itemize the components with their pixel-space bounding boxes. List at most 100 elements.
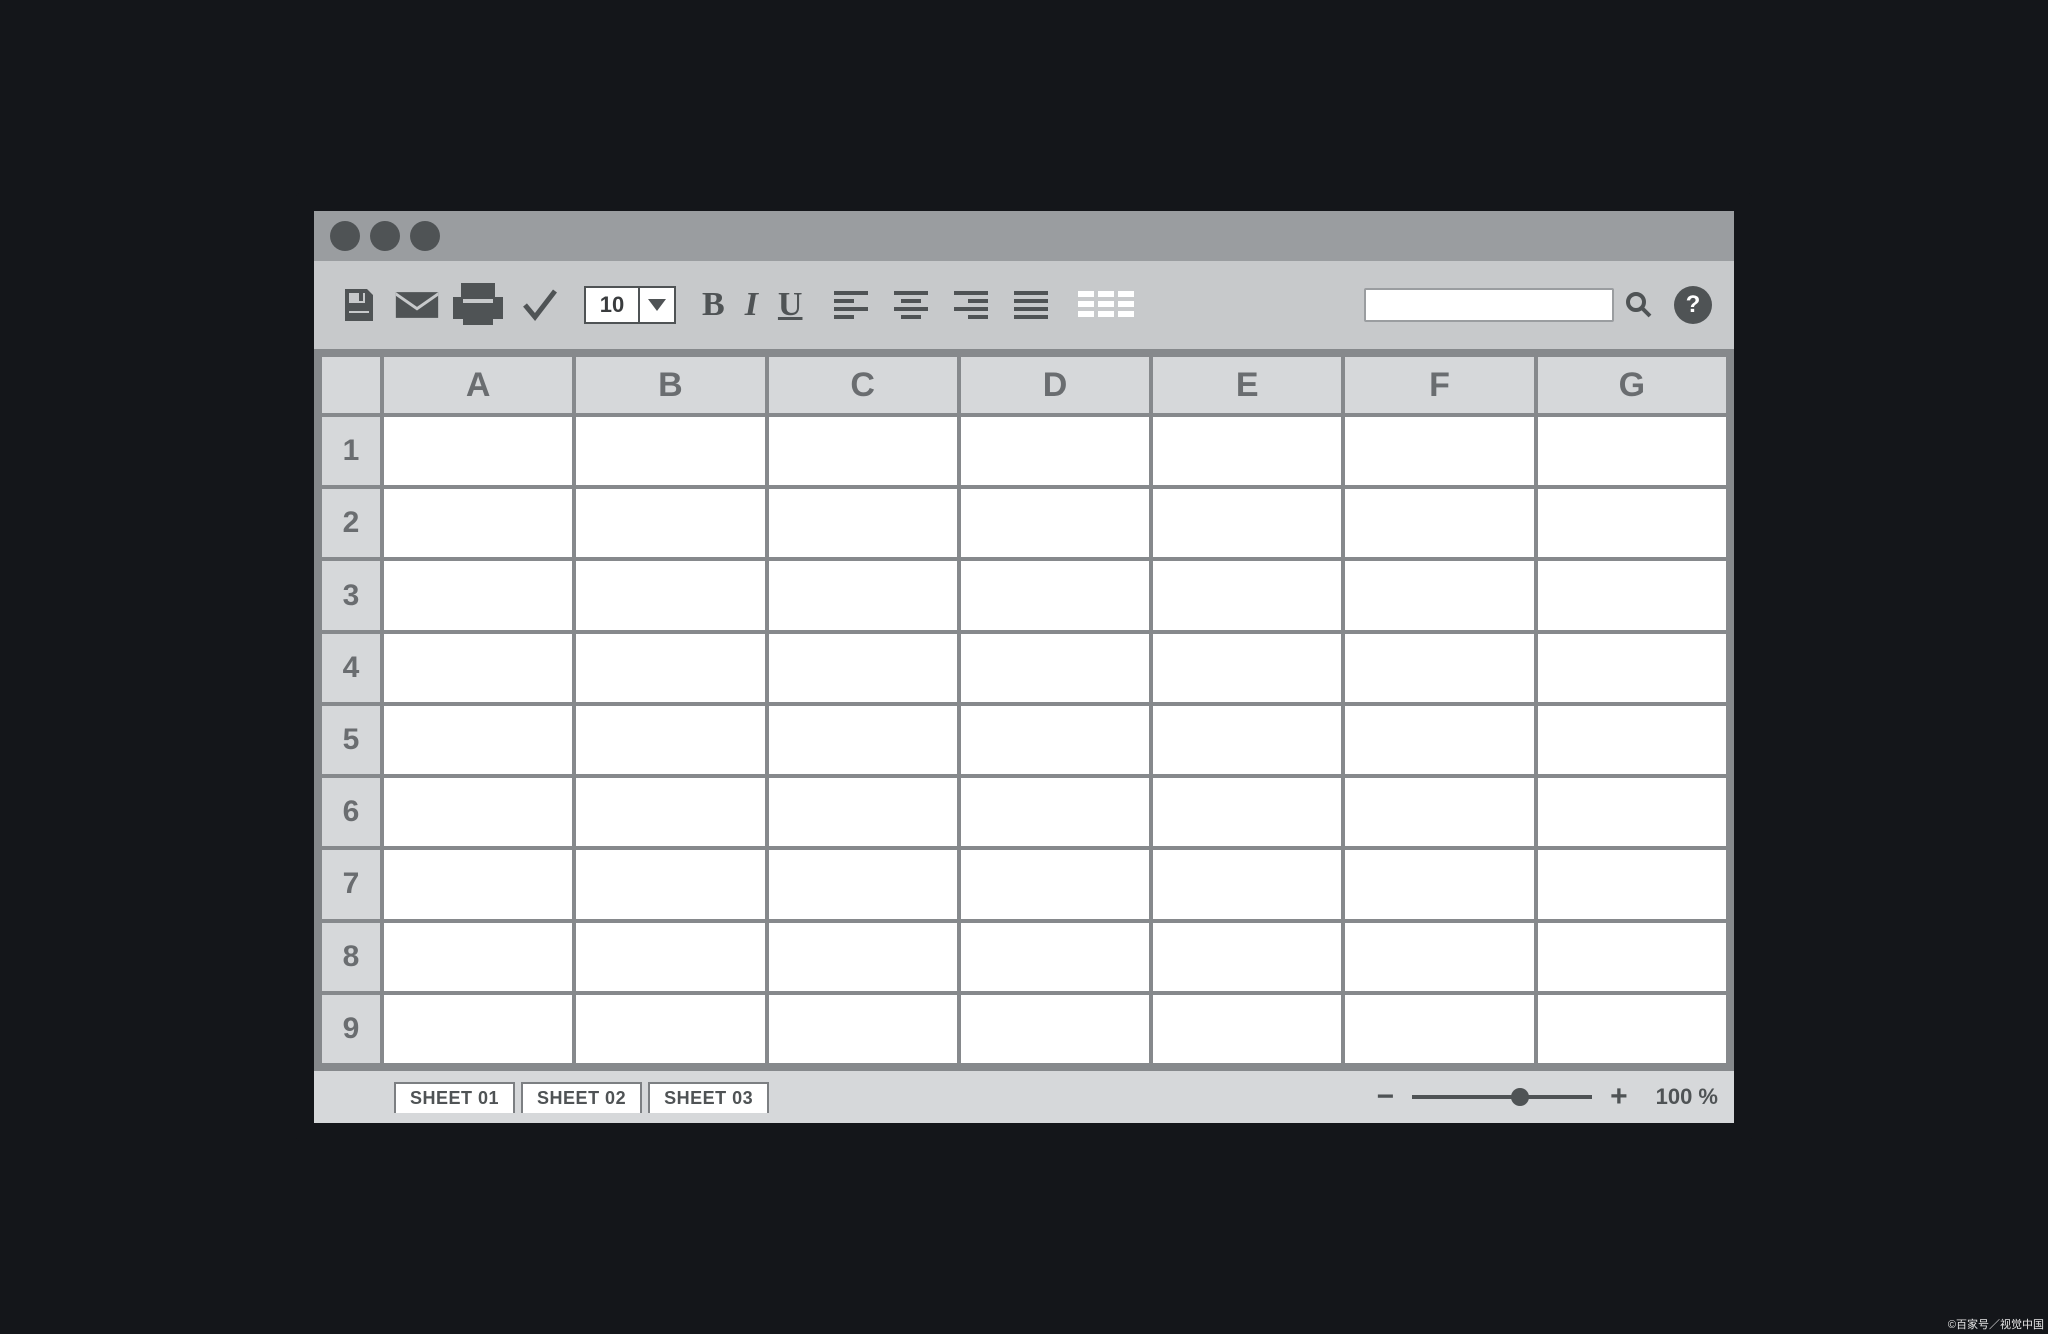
column-header-g[interactable]: G [1538,357,1726,413]
cell-C6[interactable] [769,778,957,846]
window-maximize-button[interactable] [410,221,440,251]
merge-cells-button[interactable] [1076,282,1136,328]
row-header-2[interactable]: 2 [322,489,380,557]
cell-F8[interactable] [1345,923,1533,991]
cell-G3[interactable] [1538,561,1726,629]
cell-A8[interactable] [384,923,572,991]
cell-F4[interactable] [1345,634,1533,702]
sheet-tab-1[interactable]: SHEET 01 [394,1082,515,1113]
cell-D2[interactable] [961,489,1149,557]
cell-F3[interactable] [1345,561,1533,629]
column-header-c[interactable]: C [769,357,957,413]
cell-D5[interactable] [961,706,1149,774]
cell-B6[interactable] [576,778,764,846]
font-size-dropdown[interactable] [640,286,676,324]
cell-F7[interactable] [1345,850,1533,918]
row-header-4[interactable]: 4 [322,634,380,702]
cell-C1[interactable] [769,417,957,485]
cell-G2[interactable] [1538,489,1726,557]
cell-A4[interactable] [384,634,572,702]
cell-E4[interactable] [1153,634,1341,702]
cell-B3[interactable] [576,561,764,629]
row-header-6[interactable]: 6 [322,778,380,846]
cell-B2[interactable] [576,489,764,557]
row-header-7[interactable]: 7 [322,850,380,918]
align-justify-button[interactable] [1008,282,1054,328]
cell-F5[interactable] [1345,706,1533,774]
column-header-a[interactable]: A [384,357,572,413]
cell-A1[interactable] [384,417,572,485]
cell-A2[interactable] [384,489,572,557]
window-minimize-button[interactable] [370,221,400,251]
align-left-button[interactable] [828,282,874,328]
cell-G4[interactable] [1538,634,1726,702]
row-header-8[interactable]: 8 [322,923,380,991]
select-all-corner[interactable] [322,357,380,413]
row-header-1[interactable]: 1 [322,417,380,485]
cell-E2[interactable] [1153,489,1341,557]
mail-button[interactable] [394,282,440,328]
cell-G1[interactable] [1538,417,1726,485]
print-button[interactable] [452,282,504,328]
window-close-button[interactable] [330,221,360,251]
column-header-b[interactable]: B [576,357,764,413]
column-header-d[interactable]: D [961,357,1149,413]
cell-E1[interactable] [1153,417,1341,485]
zoom-slider-knob[interactable] [1511,1088,1529,1106]
cell-E6[interactable] [1153,778,1341,846]
cell-A7[interactable] [384,850,572,918]
search-button[interactable] [1624,290,1654,320]
font-size-input[interactable]: 10 [584,286,640,324]
cell-F6[interactable] [1345,778,1533,846]
cell-B7[interactable] [576,850,764,918]
cell-F9[interactable] [1345,995,1533,1063]
confirm-button[interactable] [516,282,562,328]
cell-A3[interactable] [384,561,572,629]
cell-C3[interactable] [769,561,957,629]
cell-E3[interactable] [1153,561,1341,629]
cell-B9[interactable] [576,995,764,1063]
cell-C2[interactable] [769,489,957,557]
sheet-tab-3[interactable]: SHEET 03 [648,1082,769,1113]
cell-A9[interactable] [384,995,572,1063]
cell-B8[interactable] [576,923,764,991]
cell-A5[interactable] [384,706,572,774]
search-input[interactable] [1364,288,1614,322]
cell-D4[interactable] [961,634,1149,702]
cell-G7[interactable] [1538,850,1726,918]
cell-D7[interactable] [961,850,1149,918]
cell-G9[interactable] [1538,995,1726,1063]
align-center-button[interactable] [888,282,934,328]
cell-D1[interactable] [961,417,1149,485]
row-header-9[interactable]: 9 [322,995,380,1063]
help-button[interactable]: ? [1674,286,1712,324]
zoom-in-button[interactable]: + [1604,1080,1634,1114]
cell-G5[interactable] [1538,706,1726,774]
column-header-f[interactable]: F [1345,357,1533,413]
cell-D3[interactable] [961,561,1149,629]
cell-G8[interactable] [1538,923,1726,991]
cell-D8[interactable] [961,923,1149,991]
row-header-5[interactable]: 5 [322,706,380,774]
cell-F2[interactable] [1345,489,1533,557]
cell-E7[interactable] [1153,850,1341,918]
cell-C5[interactable] [769,706,957,774]
cell-E8[interactable] [1153,923,1341,991]
align-right-button[interactable] [948,282,994,328]
cell-F1[interactable] [1345,417,1533,485]
cell-E9[interactable] [1153,995,1341,1063]
cell-G6[interactable] [1538,778,1726,846]
cell-B1[interactable] [576,417,764,485]
cell-D6[interactable] [961,778,1149,846]
zoom-out-button[interactable]: − [1371,1080,1401,1114]
cell-D9[interactable] [961,995,1149,1063]
italic-button[interactable]: I [741,286,762,324]
underline-button[interactable]: U [774,286,807,324]
bold-button[interactable]: B [698,286,729,324]
sheet-tab-2[interactable]: SHEET 02 [521,1082,642,1113]
save-button[interactable] [336,282,382,328]
row-header-3[interactable]: 3 [322,561,380,629]
zoom-slider[interactable] [1412,1095,1592,1099]
cell-C7[interactable] [769,850,957,918]
cell-B4[interactable] [576,634,764,702]
